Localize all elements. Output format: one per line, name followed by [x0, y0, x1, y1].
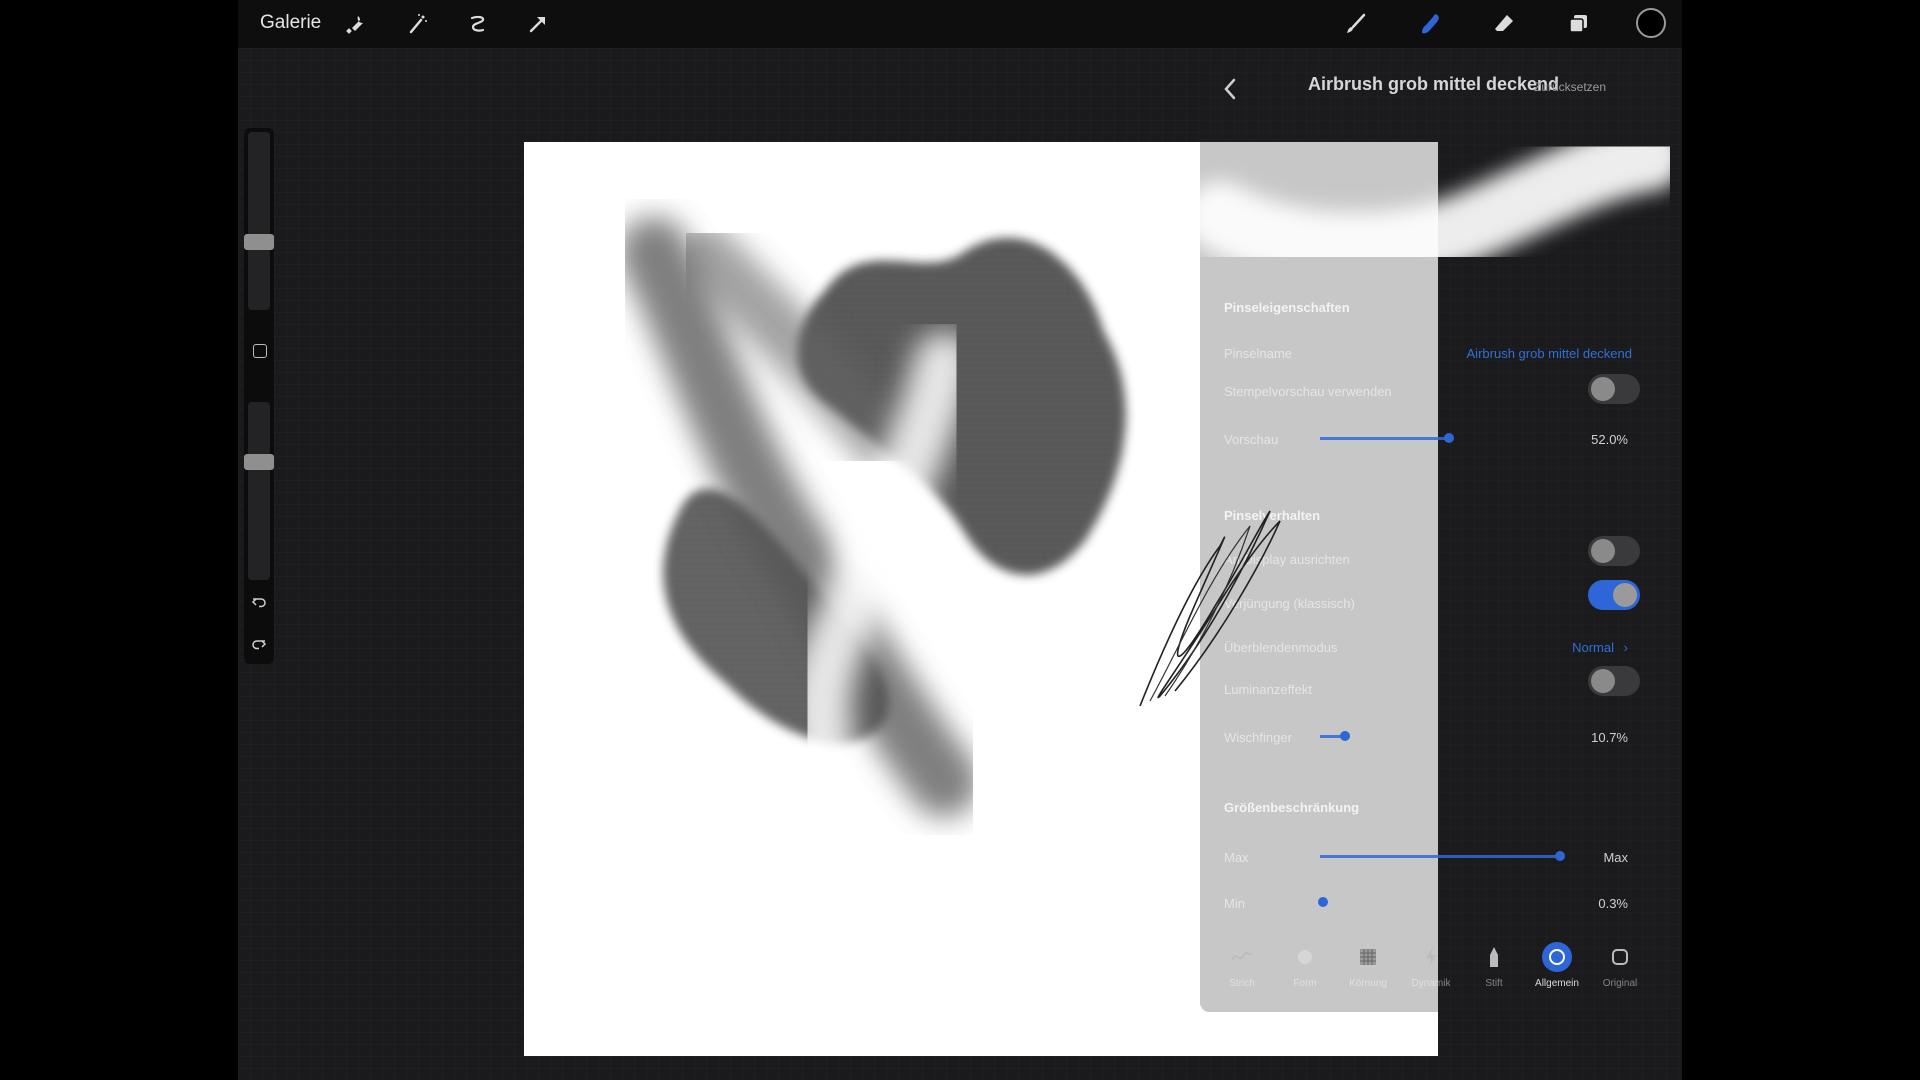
chevron-right-icon: › — [1623, 640, 1628, 655]
smudge-label: Wischfinger — [1224, 730, 1292, 745]
redo-icon[interactable] — [249, 634, 269, 654]
brush-icon[interactable] — [1342, 10, 1370, 38]
smudge-icon[interactable] — [1416, 10, 1444, 38]
magic-wand-icon[interactable] — [404, 10, 432, 38]
tab-grain[interactable]: Körnung — [1340, 942, 1396, 989]
align-display-toggle[interactable] — [1588, 536, 1640, 566]
tab-shape[interactable]: Form — [1277, 942, 1333, 989]
brush-title: Airbrush grob mittel deckend — [1308, 74, 1560, 94]
stamp-preview-label: Stempelvorschau verwenden — [1224, 384, 1392, 399]
tab-general[interactable]: Allgemein — [1529, 942, 1585, 989]
tab-pencil[interactable]: Stift — [1466, 942, 1522, 989]
undo-icon[interactable] — [249, 592, 269, 612]
gallery-button[interactable]: Galerie — [260, 12, 321, 34]
color-picker-button[interactable] — [1636, 8, 1666, 38]
layers-icon[interactable] — [1564, 10, 1592, 38]
opacity-slider[interactable] — [244, 402, 274, 580]
back-chevron-icon[interactable] — [1220, 76, 1242, 102]
min-label: Min — [1224, 896, 1245, 911]
top-toolbar: Galerie — [238, 0, 1682, 48]
max-slider-knob[interactable] — [1555, 851, 1565, 861]
taper-toggle[interactable] — [1588, 580, 1640, 610]
max-slider[interactable] — [1320, 855, 1560, 858]
brush-name-label: Pinselname — [1224, 346, 1292, 361]
transform-arrow-icon[interactable] — [524, 10, 552, 38]
eraser-icon[interactable] — [1490, 10, 1518, 38]
preview-value: 52.0% — [1591, 432, 1628, 447]
selection-icon[interactable] — [464, 10, 492, 38]
preview-slider-knob[interactable] — [1444, 433, 1454, 443]
preview-slider[interactable] — [1320, 437, 1448, 440]
section-brush-properties: Pinseleigenschaften — [1224, 300, 1350, 315]
tab-stroke[interactable]: Strich — [1214, 942, 1270, 989]
min-slider-knob[interactable] — [1318, 897, 1328, 907]
dynamics-icon — [1416, 942, 1446, 972]
grain-icon — [1353, 942, 1383, 972]
tab-dynamics[interactable]: Dynamik — [1403, 942, 1459, 989]
brush-size-thumb[interactable] — [244, 234, 274, 250]
opacity-thumb[interactable] — [244, 454, 274, 470]
procreate-app: Galerie Airbrush grob mittel deckend Zur… — [238, 0, 1682, 1080]
stamp-preview-toggle[interactable] — [1588, 374, 1640, 404]
preview-label: Vorschau — [1224, 432, 1279, 447]
min-value: 0.3% — [1598, 896, 1628, 911]
pencil-icon — [1479, 942, 1509, 972]
reset-button[interactable]: Zurücksetzen — [1534, 80, 1606, 94]
brush-size-slider[interactable] — [244, 132, 274, 310]
scribble-marks — [1139, 510, 1281, 707]
shape-icon — [1290, 942, 1320, 972]
max-label: Max — [1224, 850, 1249, 865]
section-size-limits: Größenbeschränkung — [1224, 800, 1360, 815]
brush-preview — [1200, 121, 1670, 283]
tab-source[interactable]: Original — [1592, 942, 1648, 989]
wrench-icon[interactable] — [342, 10, 370, 38]
smudge-slider-knob[interactable] — [1340, 731, 1350, 741]
max-value: Max — [1603, 850, 1628, 865]
smudge-value: 10.7% — [1591, 730, 1628, 745]
source-icon — [1605, 942, 1635, 972]
brush-name-value[interactable]: Airbrush grob mittel deckend — [1467, 346, 1632, 361]
left-sidebar — [244, 128, 274, 664]
stroke-icon — [1227, 942, 1257, 972]
luminance-toggle[interactable] — [1588, 666, 1640, 696]
general-icon — [1542, 942, 1572, 972]
modify-button[interactable] — [253, 344, 267, 358]
brush-settings: Airbrush grob mittel deckend Zurücksetze… — [1139, 66, 1670, 1012]
blend-mode-value[interactable]: Normal — [1572, 640, 1614, 655]
